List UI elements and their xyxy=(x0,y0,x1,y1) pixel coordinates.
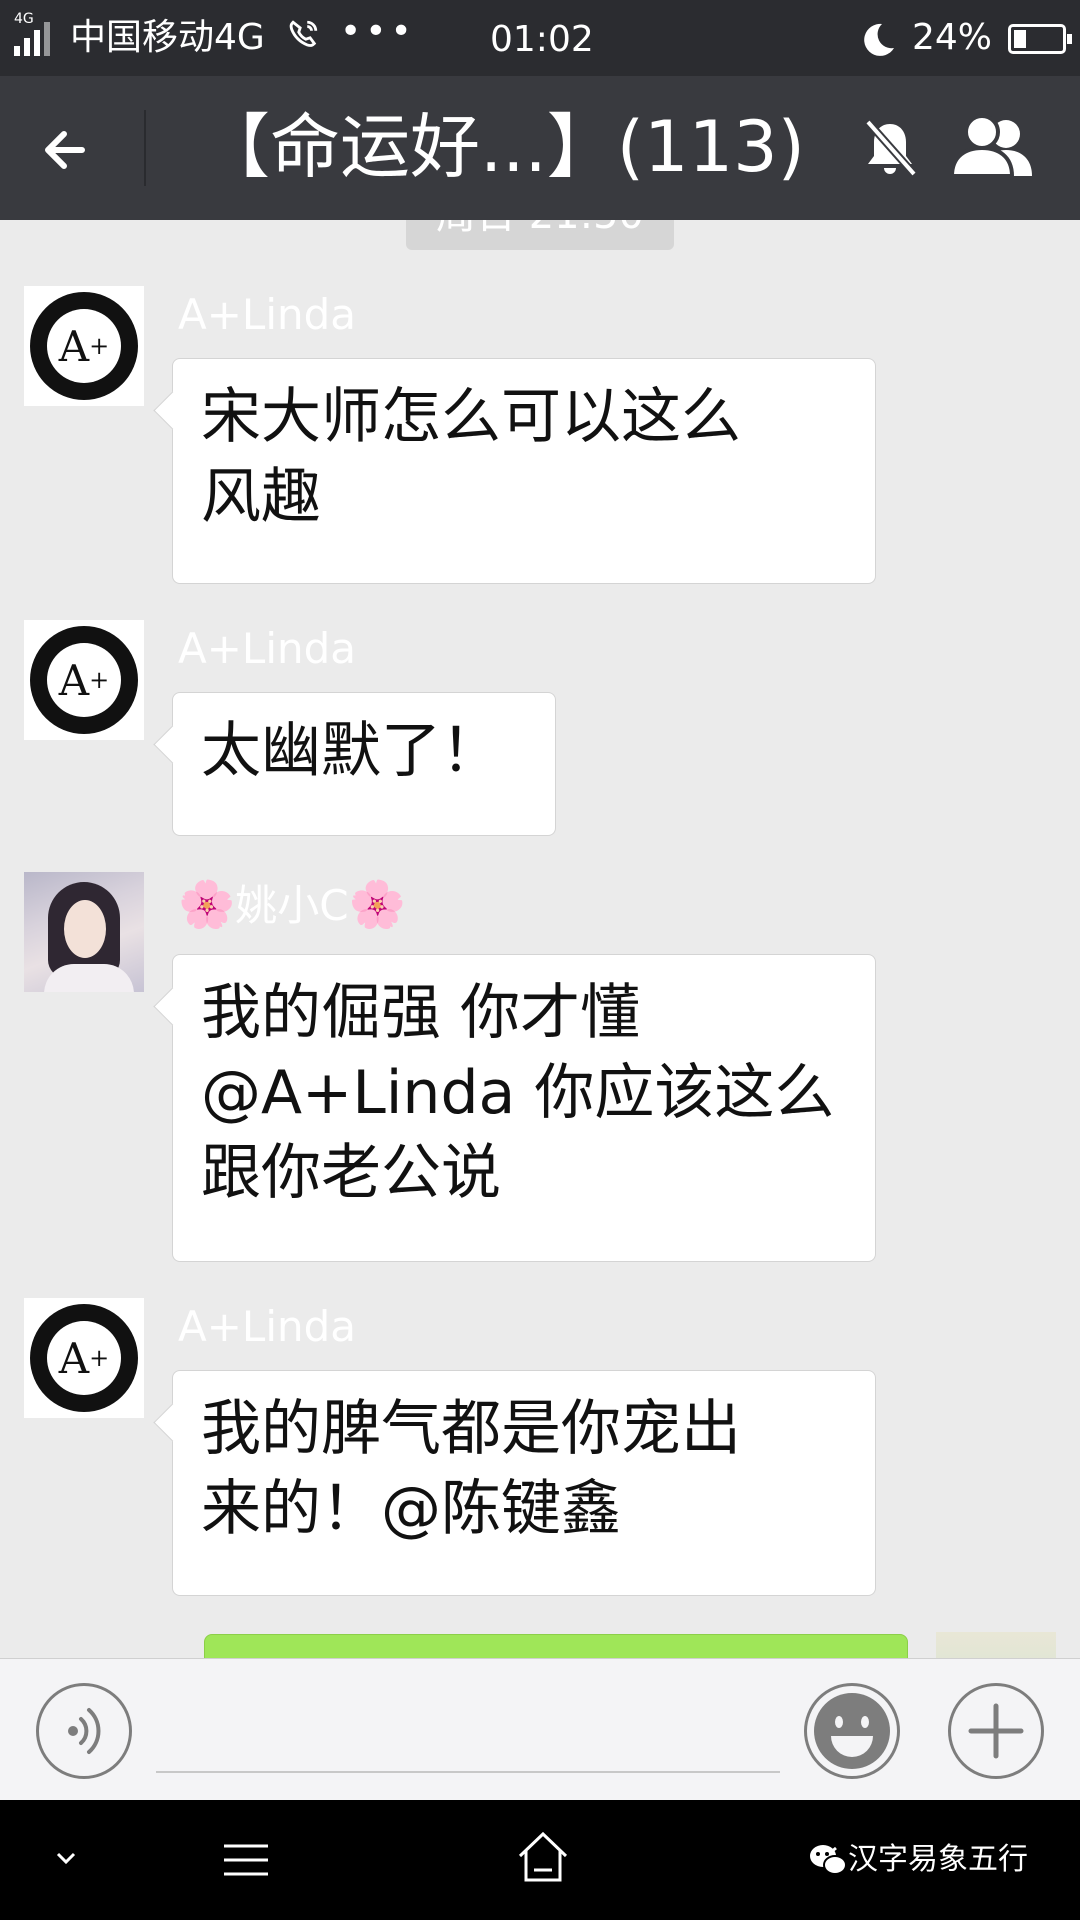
sender-name: A+Linda xyxy=(178,1302,357,1351)
message-timestamp: 周日 21:50 xyxy=(406,220,674,250)
home-icon[interactable] xyxy=(516,1830,570,1888)
avatar[interactable]: A + xyxy=(24,286,144,406)
message-bubble[interactable]: 我的脾气都是你宠出 来的！@陈键鑫 xyxy=(172,1370,876,1596)
watermark-text: 汉字易象五行 xyxy=(848,1842,1028,1877)
avatar[interactable]: A + xyxy=(24,1298,144,1418)
message-line: 我的脾气都是你宠出 xyxy=(201,1394,741,1464)
clock-time: 01:02 xyxy=(490,19,594,60)
message-line: 宋大师怎么可以这么 xyxy=(201,382,741,452)
message-line: @A+Linda 你应该这么 xyxy=(201,1058,835,1128)
input-bar xyxy=(0,1658,1080,1800)
back-arrow-icon xyxy=(45,131,85,169)
back-button[interactable] xyxy=(30,110,110,190)
more-notifications-icon: ••• xyxy=(340,11,416,52)
network-type-label: 4G xyxy=(14,11,34,27)
status-bar: 4G 中国移动4G ••• 01:02 24% xyxy=(0,0,1080,76)
message-line: 风趣 xyxy=(201,462,321,532)
chat-title: 【命运好...】(113) xyxy=(200,106,805,188)
chat-header: 【命运好...】(113) xyxy=(0,76,1080,220)
menu-icon[interactable] xyxy=(222,1840,270,1884)
battery-icon xyxy=(1008,24,1072,54)
battery-percent: 24% xyxy=(912,17,993,58)
header-divider xyxy=(144,110,146,186)
message-input[interactable] xyxy=(156,1699,780,1773)
own-avatar[interactable] xyxy=(936,1632,1056,1658)
system-nav-bar: 汉字易象五行 xyxy=(0,1800,1080,1920)
more-actions-button[interactable] xyxy=(948,1683,1044,1779)
group-members-icon xyxy=(949,114,1032,178)
message-line: 跟你老公说 xyxy=(201,1138,501,1208)
voice-button[interactable] xyxy=(36,1683,132,1779)
wechat-icon xyxy=(808,1840,848,1880)
message-line: 我的倔强 你才懂 xyxy=(201,978,641,1048)
message-bubble[interactable]: 宋大师怎么可以这么 风趣 xyxy=(172,358,876,584)
carrier-name: 中国移动4G xyxy=(70,17,265,58)
signal-icon: 4G xyxy=(14,12,54,56)
phone-call-icon xyxy=(286,18,320,61)
blossom-emoji: 🌸 xyxy=(178,877,236,931)
mute-bell-icon xyxy=(860,116,920,182)
emoji-button[interactable] xyxy=(804,1683,900,1779)
emoji-icon xyxy=(814,1693,890,1769)
avatar[interactable] xyxy=(24,872,144,992)
sender-name: A+Linda xyxy=(178,290,357,339)
plus-icon xyxy=(968,1703,1024,1759)
message-line: 太幽默了！ xyxy=(201,716,501,786)
moon-icon xyxy=(858,20,898,60)
group-members-button[interactable] xyxy=(949,114,1040,180)
message-line: 来的！@陈键鑫 xyxy=(201,1474,621,1544)
sender-name: 🌸姚小C🌸 xyxy=(178,877,406,931)
message-bubble[interactable]: 太幽默了！ xyxy=(172,692,556,836)
voice-icon xyxy=(68,1708,101,1754)
sender-name: A+Linda xyxy=(178,624,357,673)
chevron-down-icon[interactable] xyxy=(52,1844,80,1876)
chat-message-list[interactable]: 周日 21:50 A+ A+Linda 宋大师怎么可以这么 风趣 A+ A+Li… xyxy=(0,220,1080,1658)
blossom-emoji: 🌸 xyxy=(348,877,406,931)
own-message-bubble[interactable] xyxy=(204,1634,908,1658)
message-bubble[interactable]: 我的倔强 你才懂 @A+Linda 你应该这么 跟你老公说 xyxy=(172,954,876,1262)
avatar[interactable]: A + xyxy=(24,620,144,740)
